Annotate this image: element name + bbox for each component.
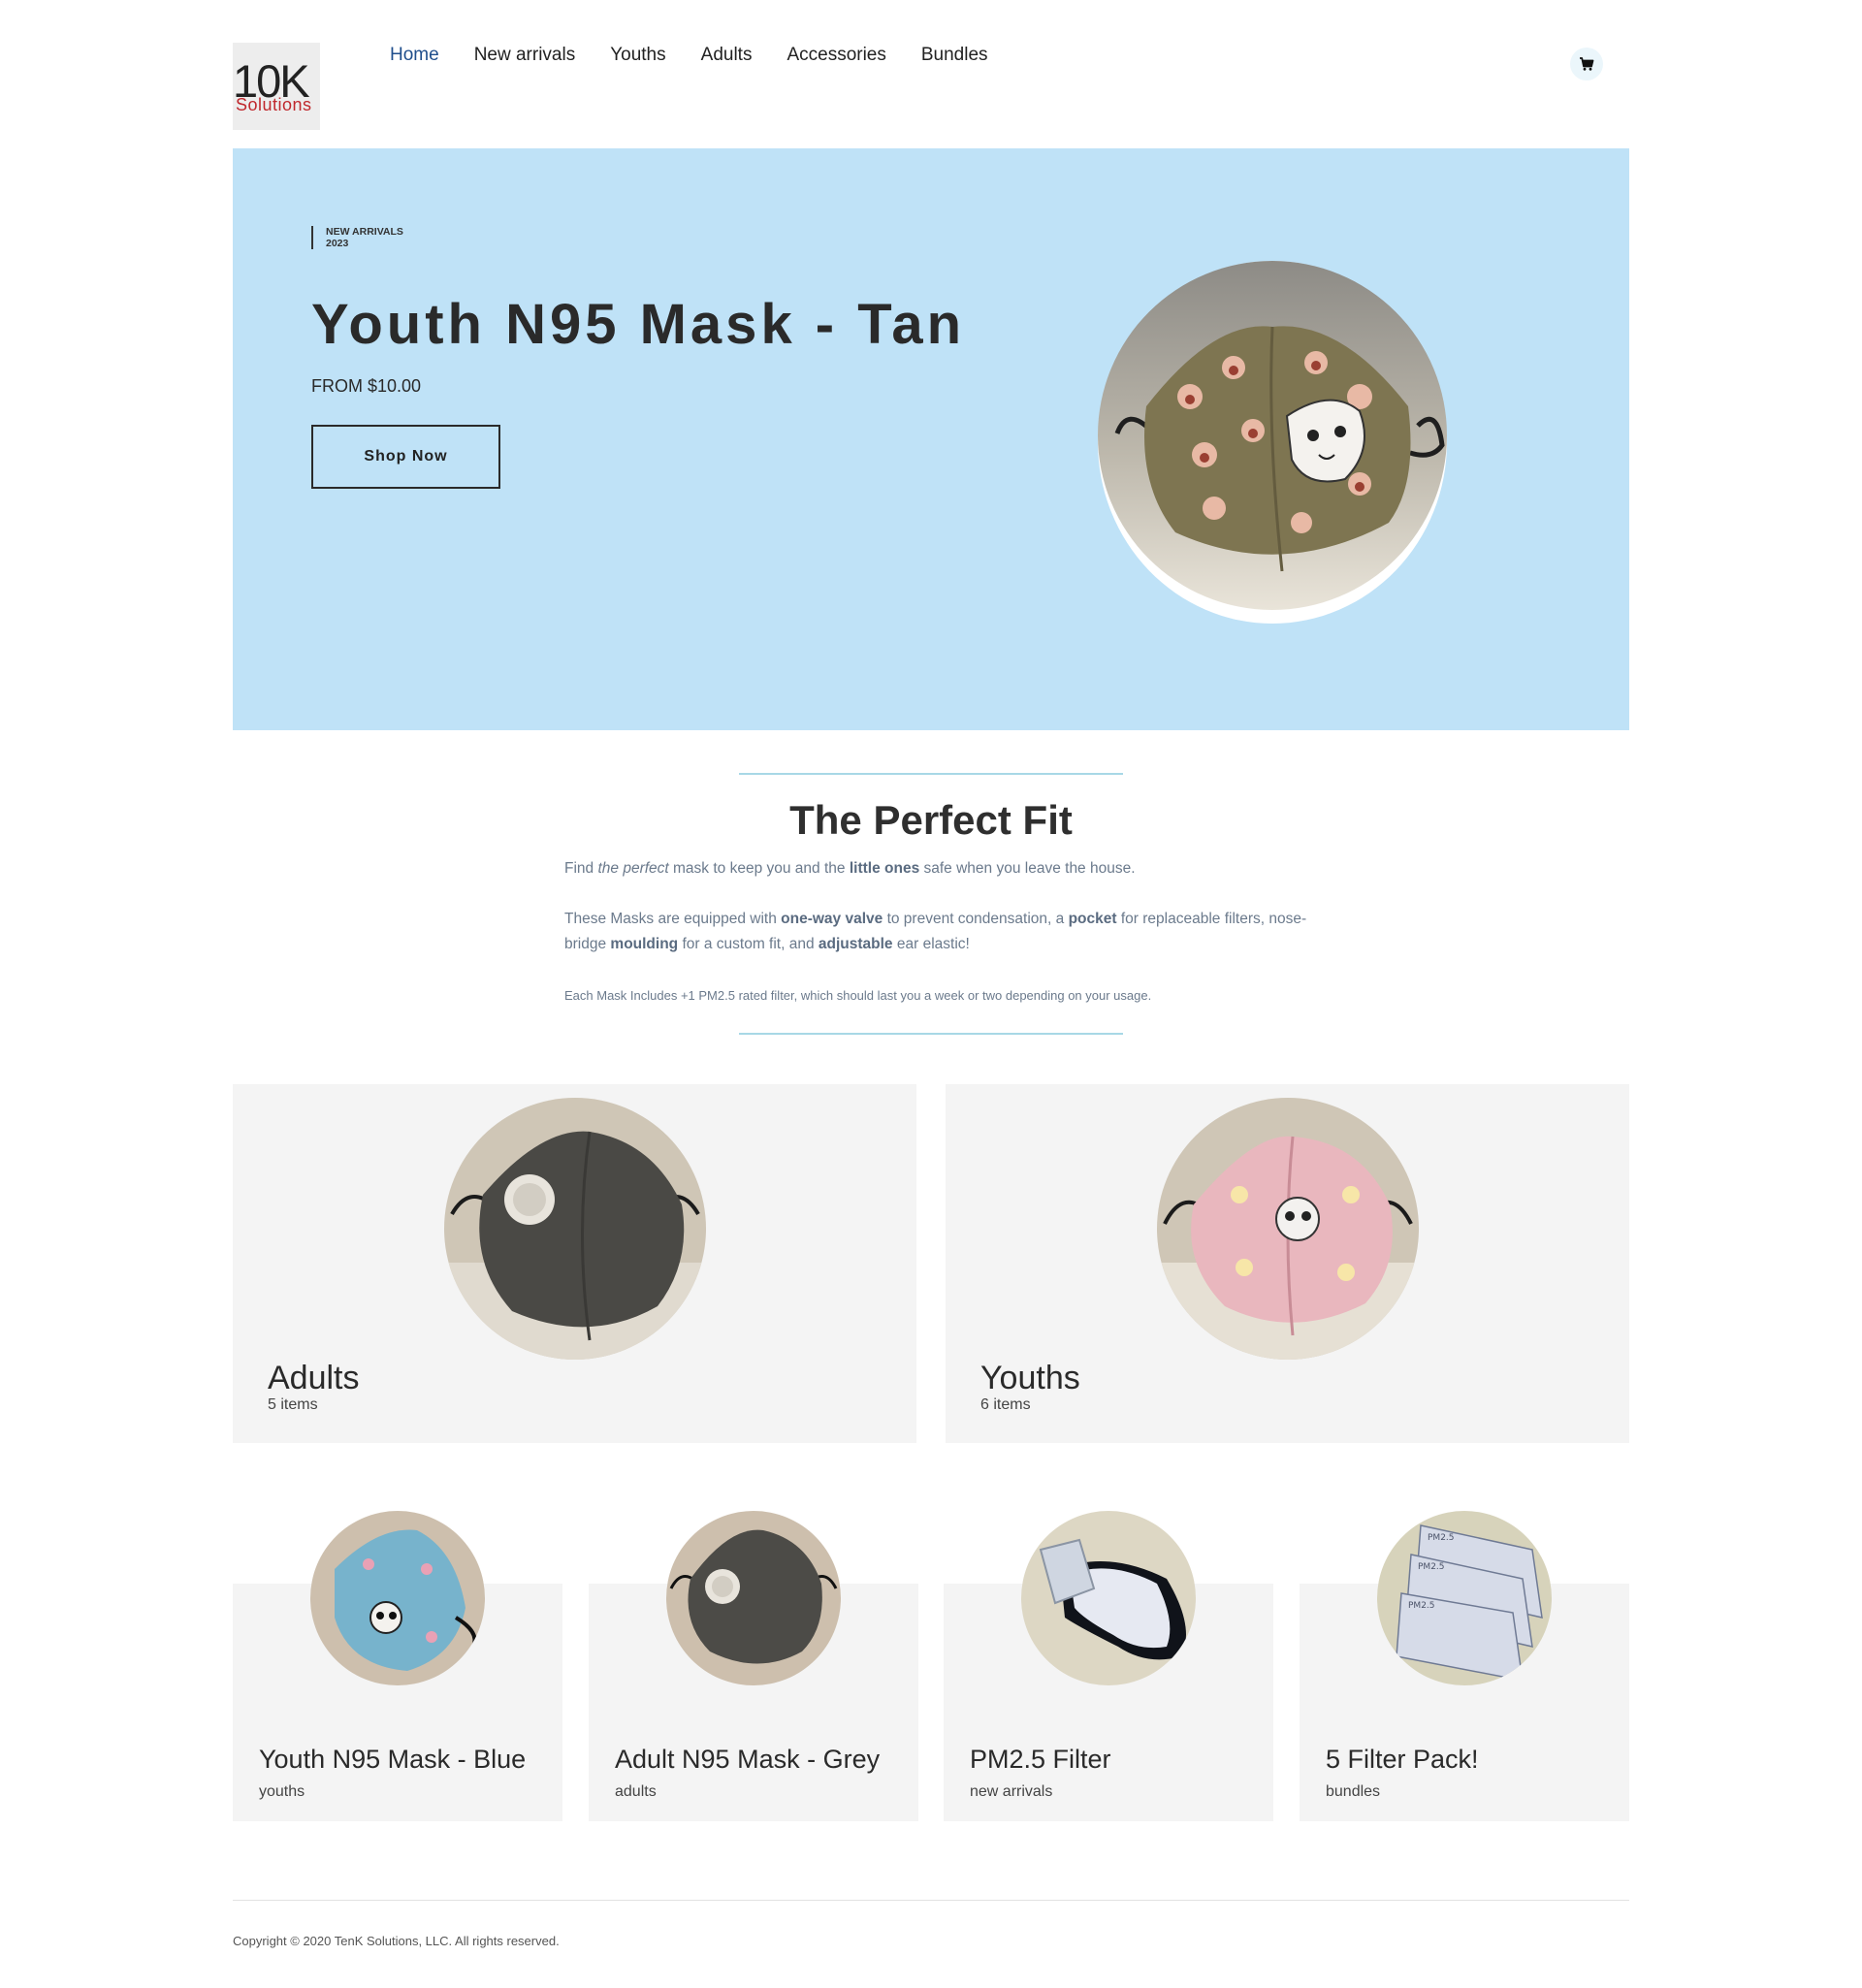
- copyright-text: Copyright © 2020 TenK Solutions, LLC. Al…: [233, 1934, 560, 1948]
- category-count: 6 items: [980, 1396, 1031, 1413]
- product-card-pm25-filter[interactable]: PM2.5 Filter new arrivals: [944, 1511, 1273, 1821]
- product-category: youths: [259, 1783, 305, 1800]
- nav-adults[interactable]: Adults: [701, 45, 753, 66]
- product-name: PM2.5 Filter: [970, 1745, 1111, 1774]
- product-card-youth-n95-blue[interactable]: Youth N95 Mask - Blue youths: [233, 1511, 562, 1821]
- shop-now-button[interactable]: Shop Now: [311, 425, 500, 489]
- category-card-youths[interactable]: Youths 6 items: [946, 1084, 1629, 1443]
- svg-text:PM2.5: PM2.5: [1408, 1601, 1435, 1611]
- hero-banner: NEW ARRIVALS 2023 Youth N95 Mask - Tan F…: [233, 148, 1629, 730]
- category-name: Adults: [268, 1360, 360, 1396]
- site-header: 10K Solutions Home New arrivals Youths A…: [233, 43, 1629, 132]
- hero-product-image[interactable]: [1098, 261, 1447, 610]
- product-card-adult-n95-grey[interactable]: Adult N95 Mask - Grey adults: [589, 1511, 918, 1821]
- product-name: Adult N95 Mask - Grey: [615, 1745, 881, 1774]
- nav-bundles[interactable]: Bundles: [921, 45, 988, 66]
- product-image: [310, 1511, 485, 1685]
- nav-accessories[interactable]: Accessories: [787, 45, 885, 66]
- product-image: [1021, 1511, 1196, 1685]
- product-image: [666, 1511, 841, 1685]
- category-image-youths: [1157, 1098, 1419, 1360]
- category-image-adults: [444, 1098, 706, 1360]
- category-name: Youths: [980, 1360, 1080, 1396]
- cart-icon: [1580, 57, 1594, 71]
- hero-tagline: NEW ARRIVALS 2023: [311, 226, 403, 249]
- fit-paragraph-1: Find the perfect mask to keep you and th…: [564, 860, 1136, 877]
- fit-paragraph-2: These Masks are equipped with one-way va…: [564, 911, 1307, 952]
- section-divider-bottom: [739, 1033, 1123, 1035]
- tagline-line-1: NEW ARRIVALS: [326, 226, 403, 238]
- product-name: 5 Filter Pack!: [1326, 1745, 1479, 1774]
- product-name: Youth N95 Mask - Blue: [259, 1745, 527, 1774]
- svg-text:PM2.5: PM2.5: [1428, 1533, 1455, 1543]
- nav-youths[interactable]: Youths: [610, 45, 665, 66]
- nav-home[interactable]: Home: [390, 45, 439, 66]
- logo-subtitle: Solutions: [236, 95, 312, 114]
- section-title: The Perfect Fit: [789, 797, 1073, 843]
- brand-logo[interactable]: 10K Solutions: [233, 43, 320, 130]
- cart-button[interactable]: [1570, 48, 1603, 80]
- fit-paragraph-3: Each Mask Includes +1 PM2.5 rated filter…: [564, 988, 1152, 1003]
- hero-title: Youth N95 Mask - Tan: [311, 293, 966, 356]
- svg-text:PM2.5: PM2.5: [1418, 1562, 1445, 1572]
- hero-image-frame: [1098, 261, 1447, 624]
- product-category: bundles: [1326, 1783, 1381, 1800]
- product-category: adults: [615, 1783, 657, 1800]
- main-nav: Home New arrivals Youths Adults Accessor…: [390, 45, 1023, 66]
- nav-new-arrivals[interactable]: New arrivals: [474, 45, 576, 66]
- category-card-adults[interactable]: Adults 5 items: [233, 1084, 916, 1443]
- hero-price: FROM $10.00: [311, 376, 422, 396]
- product-image: PM2.5 PM2.5 PM2.5: [1377, 1511, 1552, 1685]
- section-divider-top: [739, 773, 1123, 775]
- tagline-line-2: 2023: [326, 238, 349, 249]
- footer-divider: [233, 1900, 1629, 1901]
- category-count: 5 items: [268, 1396, 318, 1413]
- product-card-5-filter-pack[interactable]: PM2.5 PM2.5 PM2.5 5 Filter Pack! bundles: [1300, 1511, 1629, 1821]
- product-category: new arrivals: [970, 1783, 1053, 1800]
